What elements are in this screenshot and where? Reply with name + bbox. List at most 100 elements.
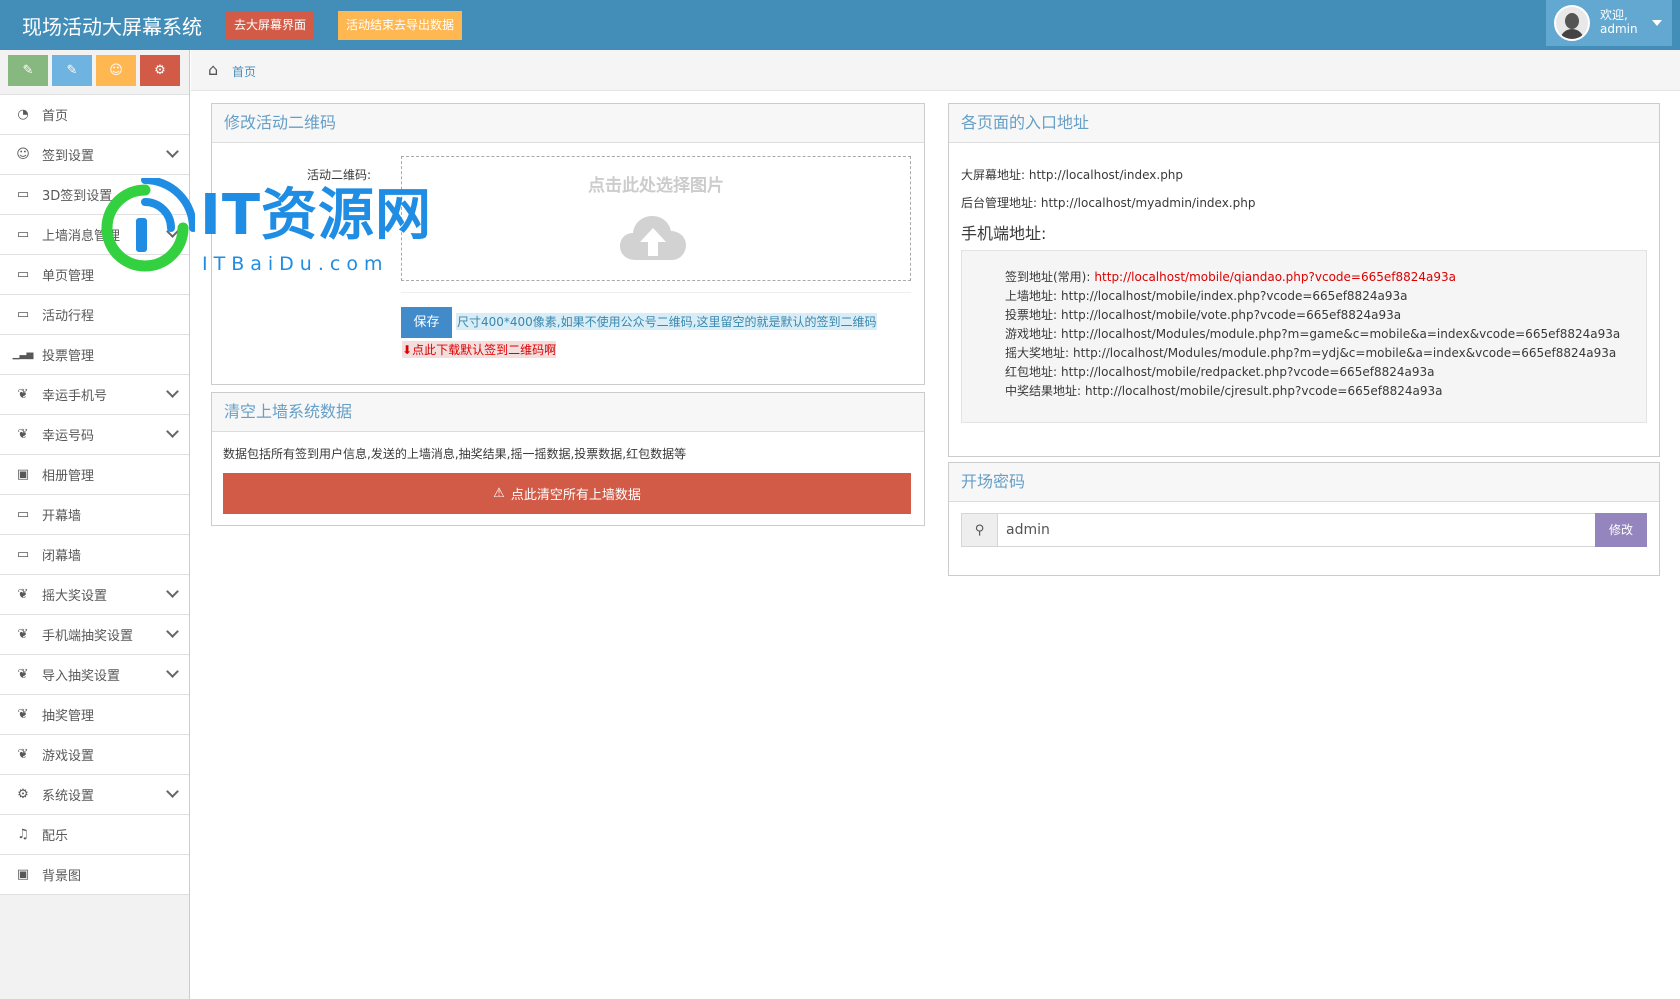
clear-all-data-label: 点此清空所有上墙数据 bbox=[510, 488, 641, 503]
sidebar-item[interactable]: ❦ 手机端抽奖设置 bbox=[0, 615, 189, 655]
sidebar-item[interactable]: ❦ 幸运号码 bbox=[0, 415, 189, 455]
qrcode-dropzone[interactable]: 点击此处选择图片 bbox=[401, 156, 911, 281]
mobile-address-url[interactable]: http://localhost/mobile/cjresult.php?vco… bbox=[1085, 384, 1442, 398]
password-input[interactable] bbox=[998, 514, 1594, 546]
sidebar-item[interactable]: ☺ 签到设置 bbox=[0, 135, 189, 175]
picture-icon: ▣ bbox=[16, 867, 30, 882]
qrcode-widget-title: 修改活动二维码 bbox=[212, 104, 924, 143]
sidebar-item-label: 游戏设置 bbox=[42, 749, 95, 764]
users-icon: ☺ bbox=[16, 147, 30, 162]
user-info: 欢迎, admin bbox=[1600, 8, 1638, 36]
chevron-down-icon bbox=[166, 145, 179, 158]
qrcode-size-hint: 尺寸400*400像素,如果不使用公众号二维码,这里留空的就是默认的签到二维码 bbox=[456, 313, 878, 330]
mobile-address-url[interactable]: http://localhost/mobile/index.php?vcode=… bbox=[1061, 289, 1407, 303]
chevron-down-icon bbox=[166, 625, 179, 638]
divider bbox=[401, 292, 911, 293]
breadcrumb-home-link[interactable]: 首页 bbox=[232, 63, 256, 80]
users-icon: ☺ bbox=[109, 63, 123, 78]
music-icon: ♫ bbox=[17, 827, 29, 842]
sidebar-item[interactable]: ❦ 摇大奖设置 bbox=[0, 575, 189, 615]
sidebar-item-label: 背景图 bbox=[42, 869, 82, 884]
entry-urls-widget-title: 各页面的入口地址 bbox=[949, 104, 1659, 143]
mobile-address-url[interactable]: http://localhost/mobile/qiandao.php?vcod… bbox=[1094, 270, 1456, 284]
password-widget-title: 开场密码 bbox=[949, 463, 1659, 502]
sidebar-item[interactable]: ▣ 相册管理 bbox=[0, 455, 189, 495]
clear-data-description: 数据包括所有签到用户信息,发送的上墙消息,抽奖结果,摇一摇数据,投票数据,红包数… bbox=[223, 447, 687, 461]
mobile-address-url[interactable]: http://localhost/Modules/module.php?m=ga… bbox=[1061, 327, 1620, 341]
sidebar-item-label: 开幕墙 bbox=[42, 509, 82, 524]
sidebar-item-label: 活动行程 bbox=[42, 309, 95, 324]
big-screen-address: 大屏幕地址: http://localhost/index.php bbox=[961, 166, 1183, 183]
chevron-down-icon bbox=[166, 785, 179, 798]
sidebar-item-label: 签到设置 bbox=[42, 149, 95, 164]
chevron-down-icon bbox=[166, 425, 179, 438]
mobile-address-label: 签到地址(常用): bbox=[1005, 270, 1091, 284]
password-input-group: ⚲ 修改 bbox=[961, 513, 1647, 547]
sidebar-item[interactable]: ❦ 导入抽奖设置 bbox=[0, 655, 189, 695]
sidebar-item-label: 幸运手机号 bbox=[42, 389, 108, 404]
sidebar-item-label: 投票管理 bbox=[42, 349, 95, 364]
export-data-button[interactable]: 活动结束去导出数据 bbox=[338, 11, 463, 40]
sidebar-item[interactable]: ▭ 活动行程 bbox=[0, 295, 189, 335]
sidebar-item[interactable]: ▭ 闭幕墙 bbox=[0, 535, 189, 575]
desktop-icon: ▭ bbox=[16, 267, 30, 282]
caret-down-icon bbox=[1652, 20, 1662, 26]
sidebar-item-label: 相册管理 bbox=[42, 469, 95, 484]
mobile-address-row: 中奖结果地址: http://localhost/mobile/cjresult.… bbox=[1005, 382, 1443, 399]
sidebar-item-label: 幸运号码 bbox=[42, 429, 95, 444]
desktop-icon: ▭ bbox=[16, 307, 30, 322]
top-navbar: 现场活动大屏幕系统 去大屏幕界面 活动结束去导出数据 欢迎, admin bbox=[0, 0, 1680, 50]
save-qrcode-button[interactable]: 保存 bbox=[401, 307, 452, 338]
mobile-address-url[interactable]: http://localhost/mobile/vote.php?vcode=6… bbox=[1061, 308, 1401, 322]
mobile-address-url[interactable]: http://localhost/Modules/module.php?m=yd… bbox=[1073, 346, 1616, 360]
download-default-qrcode-link[interactable]: ⬇点此下载默认签到二维码啊 bbox=[402, 341, 557, 358]
warning-icon: ⚠ bbox=[493, 486, 505, 501]
download-link-text: 点此下载默认签到二维码啊 bbox=[412, 343, 557, 357]
user-menu[interactable]: 欢迎, admin bbox=[1546, 0, 1672, 46]
brand-title[interactable]: 现场活动大屏幕系统 bbox=[22, 11, 202, 40]
dropzone-text: 点击此处选择图片 bbox=[588, 176, 724, 196]
sidebar-item[interactable]: ▣ 背景图 bbox=[0, 855, 189, 895]
gift-icon: ❦ bbox=[17, 587, 29, 602]
watermark-subtext: ITBaiDu.com bbox=[202, 253, 389, 275]
edit-shortcut-button[interactable]: ✎ bbox=[52, 55, 92, 86]
username-text: admin bbox=[1600, 22, 1638, 36]
sidebar-item[interactable]: ❦ 幸运手机号 bbox=[0, 375, 189, 415]
settings-shortcut-button[interactable]: ⚙ bbox=[140, 55, 180, 86]
gift-icon: ❦ bbox=[17, 427, 29, 442]
signal-icon: ▁▃▅ bbox=[12, 349, 34, 360]
sidebar-item[interactable]: ◔ 首页 bbox=[0, 95, 189, 135]
chevron-down-icon bbox=[166, 385, 179, 398]
gift-icon: ❦ bbox=[17, 387, 29, 402]
mobile-address-row: 投票地址: http://localhost/mobile/vote.php?vc… bbox=[1005, 306, 1401, 323]
sidebar-item[interactable]: ❦ 游戏设置 bbox=[0, 735, 189, 775]
mobile-address-row: 游戏地址: http://localhost/Modules/module.php… bbox=[1005, 325, 1620, 342]
clear-all-data-button[interactable]: ⚠ 点此清空所有上墙数据 bbox=[223, 473, 911, 514]
users-shortcut-button[interactable]: ☺ bbox=[96, 55, 136, 86]
mobile-address-row: 上墙地址: http://localhost/mobile/index.php?v… bbox=[1005, 287, 1407, 304]
avatar bbox=[1554, 5, 1590, 41]
welcome-text: 欢迎, bbox=[1600, 8, 1628, 22]
big-screen-label: 大屏幕地址: bbox=[961, 168, 1026, 182]
admin-url[interactable]: http://localhost/myadmin/index.php bbox=[1041, 196, 1256, 210]
mobile-address-heading: 手机端地址: bbox=[961, 224, 1047, 243]
gift-icon: ❦ bbox=[17, 707, 29, 722]
go-big-screen-button[interactable]: 去大屏幕界面 bbox=[226, 11, 315, 40]
big-screen-url[interactable]: http://localhost/index.php bbox=[1029, 168, 1183, 182]
desktop-icon: ▭ bbox=[16, 547, 30, 562]
cog-icon: ⚙ bbox=[17, 787, 29, 802]
modify-password-button[interactable]: 修改 bbox=[1595, 513, 1647, 547]
sidebar-item[interactable]: ♫ 配乐 bbox=[0, 815, 189, 855]
comment-shortcut-button[interactable]: ✎ bbox=[8, 55, 48, 86]
pencil-icon: ✎ bbox=[66, 63, 78, 78]
mobile-address-url[interactable]: http://localhost/mobile/redpacket.php?vc… bbox=[1061, 365, 1434, 379]
sidebar-item[interactable]: ⚙ 系统设置 bbox=[0, 775, 189, 815]
sidebar-item[interactable]: ❦ 抽奖管理 bbox=[0, 695, 189, 735]
cloud-upload-icon bbox=[620, 216, 686, 260]
sidebar-item[interactable]: ▁▃▅ 投票管理 bbox=[0, 335, 189, 375]
sidebar-item[interactable]: ▭ 开幕墙 bbox=[0, 495, 189, 535]
desktop-icon: ▭ bbox=[16, 507, 30, 522]
key-icon: ⚲ bbox=[962, 514, 998, 546]
watermark-text: IT资源网 bbox=[200, 183, 433, 248]
comment-icon: ✎ bbox=[22, 63, 34, 78]
